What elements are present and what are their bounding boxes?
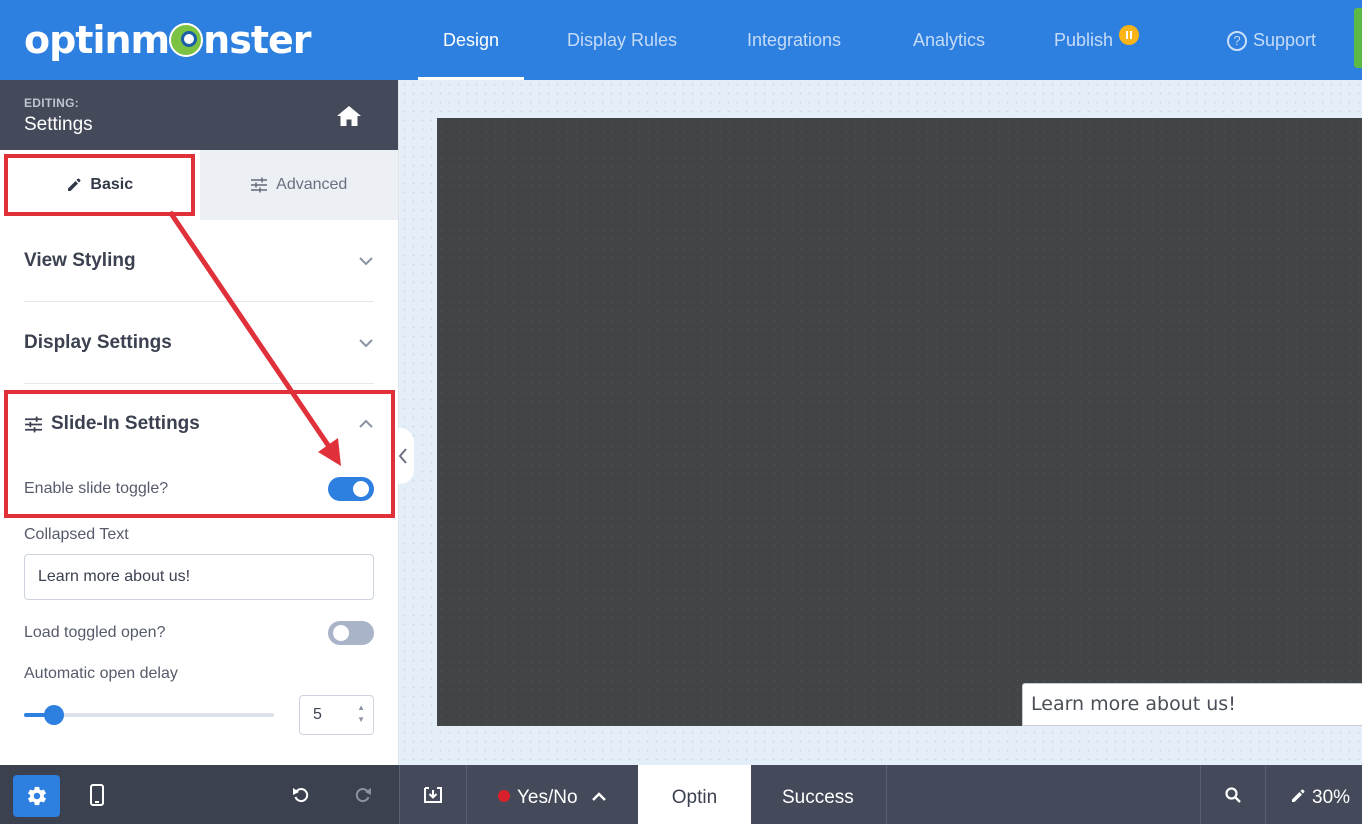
toolbar-divider [399,765,400,824]
settings-button[interactable] [13,775,60,817]
optinmonster-logo[interactable]: optinm nster [24,18,312,62]
nav-design[interactable]: Design [417,0,525,80]
section-view-styling-label: View Styling [24,249,136,271]
help-circle-icon: ? [1227,31,1247,51]
collapsed-text-label: Collapsed Text [24,526,129,543]
tab-optin[interactable]: Optin [638,765,751,824]
chevron-left-icon [398,448,407,464]
open-delay-controls: 5 ▲ ▼ [24,695,374,735]
toolbar-divider [886,765,887,824]
sidebar-title: Settings [24,114,93,135]
open-delay-label-row: Automatic open delay [24,663,374,685]
load-toggled-open-label: Load toggled open? [24,624,166,641]
gear-icon [27,786,46,806]
toolbar-divider [1265,765,1266,824]
download-tray-icon [424,786,442,803]
slide-in-collapsed-preview[interactable]: Learn more about us! [1022,683,1362,726]
chevron-down-icon [359,256,373,265]
nav-support[interactable]: ? Support [1227,0,1316,80]
annotation-box-basic-tab [4,154,195,216]
annotation-box-slide-in [4,390,395,518]
nav-analytics[interactable]: Analytics [913,0,985,80]
section-display-settings[interactable]: Display Settings [24,302,374,384]
collapsed-text-input[interactable]: Learn more about us! [24,554,374,600]
undo-button[interactable] [288,765,314,824]
nav-publish-label: Publish [1054,30,1114,50]
toolbar-divider [466,765,467,824]
open-delay-slider[interactable] [24,705,274,725]
load-toggled-open-toggle[interactable] [328,621,374,645]
mobile-preview-button[interactable] [84,765,110,824]
sidebar-header: EDITING: Settings [0,80,398,150]
search-icon [1225,786,1241,803]
pencil-icon [1292,789,1305,802]
redo-icon [355,787,371,802]
top-navigation-bar: optinm nster Design Display Rules Integra… [0,0,1362,80]
tab-success[interactable]: Success [782,765,854,824]
editing-eyebrow: EDITING: [24,96,80,110]
pause-icon [1119,25,1140,45]
home-icon[interactable] [336,105,362,127]
nav-publish[interactable]: Publish [1054,0,1140,80]
tab-advanced-label: Advanced [276,176,348,193]
load-toggled-open-row: Load toggled open? [24,621,374,645]
search-button[interactable] [1220,765,1246,824]
tab-advanced[interactable]: Advanced [200,150,399,220]
save-template-button[interactable] [420,765,446,824]
toggle-knob [333,625,349,641]
save-button-edge[interactable] [1354,8,1362,68]
collapsed-text-label-row: Collapsed Text [24,524,374,546]
open-delay-number-input[interactable]: 5 ▲ ▼ [299,695,374,735]
zoom-level: 30% [1312,787,1351,808]
redo-button[interactable] [350,765,376,824]
yes-no-status-button[interactable]: Yes/No [498,765,607,824]
open-delay-value: 5 [313,706,322,723]
nav-integrations[interactable]: Integrations [747,0,841,80]
zoom-control[interactable]: 30% [1290,765,1350,824]
campaign-preview[interactable] [437,118,1362,726]
chevron-down-icon [359,338,373,347]
section-view-styling[interactable]: View Styling [24,220,374,302]
sidebar-collapse-handle[interactable] [392,428,414,484]
mobile-icon [90,783,104,806]
open-delay-label: Automatic open delay [24,665,178,682]
number-spinner-icon[interactable]: ▲ ▼ [357,702,365,726]
sliders-icon [251,177,268,193]
section-display-settings-label: Display Settings [24,331,172,353]
toolbar-divider [1200,765,1201,824]
bottom-toolbar: Yes/No Optin Success 30% [0,765,1362,824]
chevron-up-icon [591,792,606,801]
nav-display-rules[interactable]: Display Rules [567,0,677,80]
status-dot [498,790,510,802]
yes-no-label: Yes/No [517,787,578,808]
open-delay-slider-thumb[interactable] [44,705,64,725]
monster-logo-icon [169,23,204,57]
undo-icon [293,787,309,802]
nav-support-label: Support [1253,30,1317,50]
